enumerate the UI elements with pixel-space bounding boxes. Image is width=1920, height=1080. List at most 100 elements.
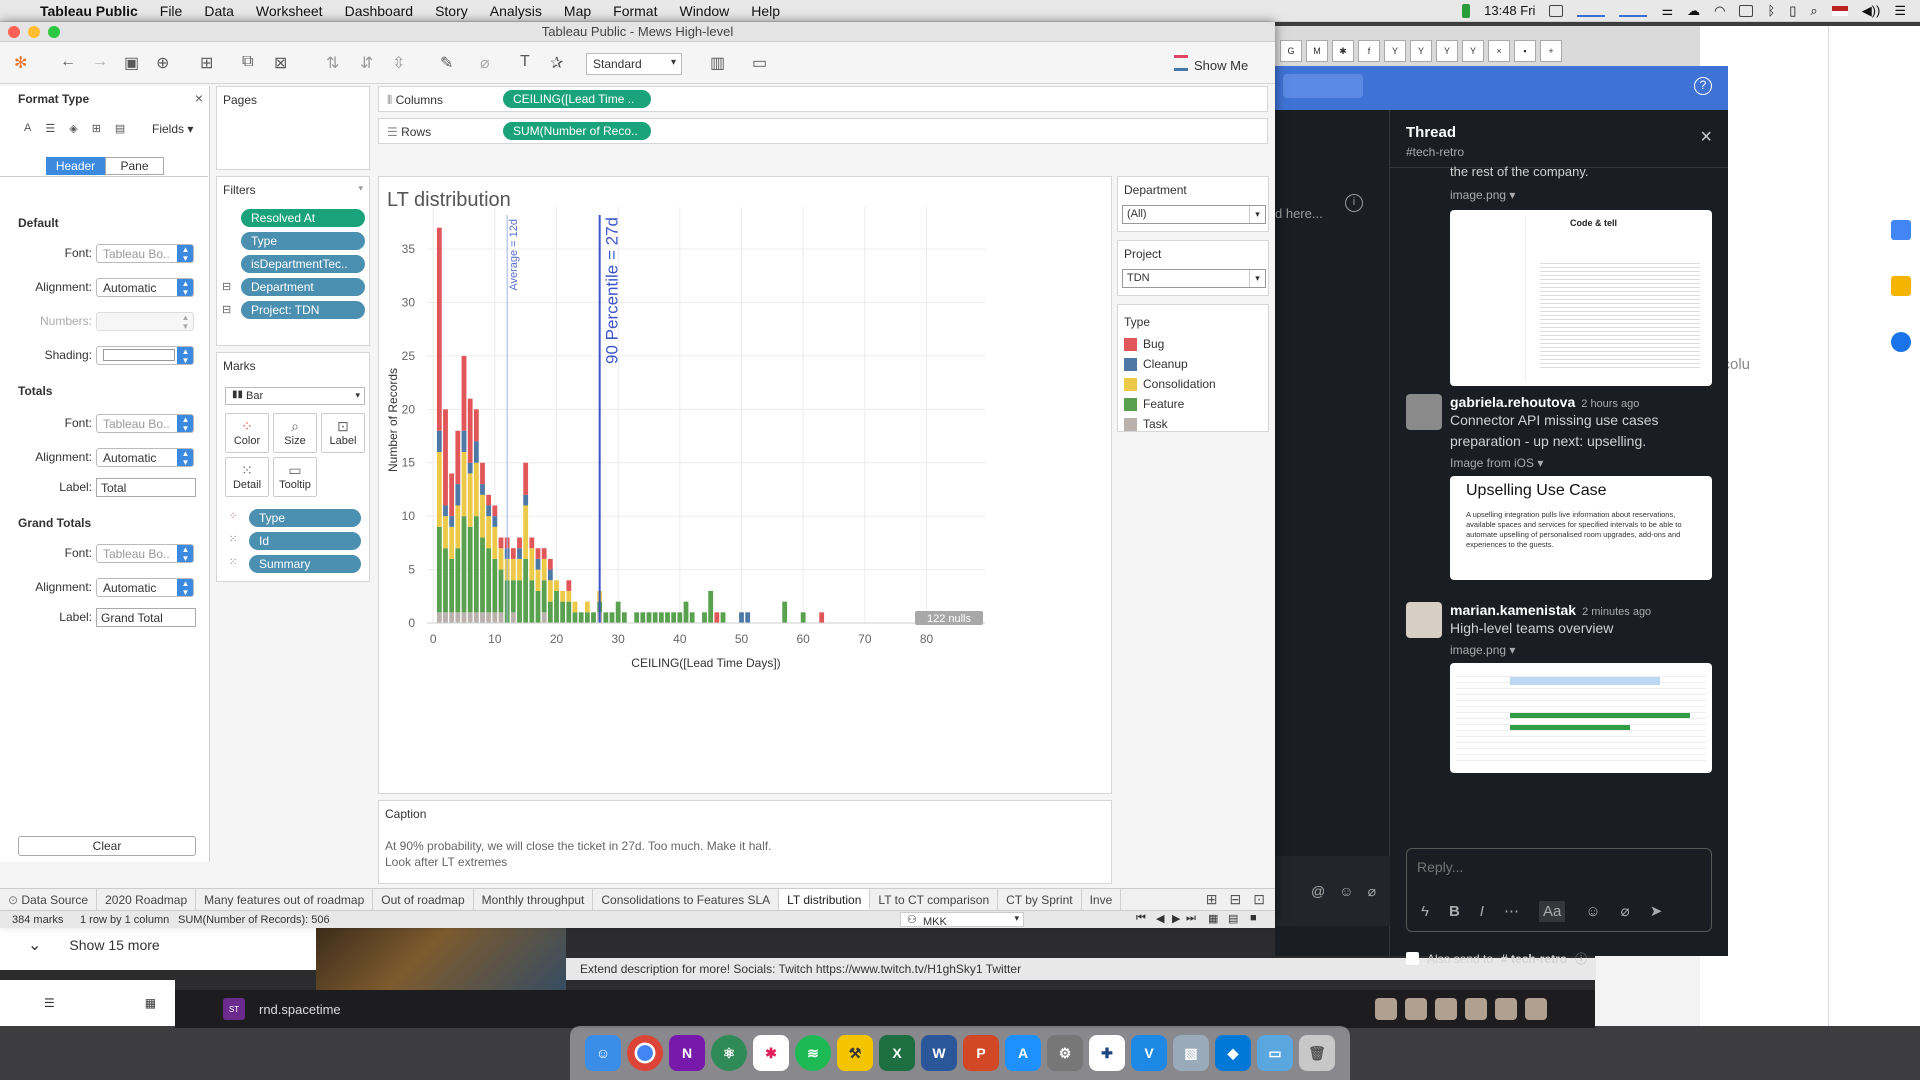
new-worksheet-icon[interactable]: ⊞ (200, 53, 213, 73)
close-thread-icon[interactable]: × (1700, 126, 1712, 149)
avatar[interactable] (1465, 998, 1487, 1020)
rows-pill[interactable]: SUM(Number of Reco.. (503, 122, 651, 140)
reply-input[interactable] (1407, 849, 1711, 885)
graph-icon[interactable] (1577, 5, 1606, 17)
tableau-logo-icon[interactable]: ✻ (14, 53, 27, 73)
emoji-icon[interactable]: ☺ (1339, 883, 1353, 899)
tab-data-source[interactable]: Data Source (0, 889, 98, 910)
help-icon[interactable]: ⓘ (1575, 950, 1587, 967)
new-tab-icon[interactable]: + (1540, 40, 1562, 62)
highlight-icon[interactable]: ✎ (440, 53, 453, 73)
tab-header[interactable]: Header (46, 157, 105, 175)
bluetooth-icon[interactable]: ᛒ (1767, 3, 1775, 18)
grid-view-icon[interactable]: ▦ (145, 996, 156, 1010)
wifi-icon[interactable]: ◠ (1714, 3, 1725, 19)
image-attachment-overview[interactable] (1450, 663, 1712, 773)
info-icon[interactable]: i (1345, 194, 1363, 212)
folder-icon[interactable]: ▭ (1257, 1035, 1293, 1071)
presentation-mode-icon[interactable]: ▭ (752, 53, 767, 73)
keep-app-icon[interactable] (1891, 276, 1911, 296)
menu-dashboard[interactable]: Dashboard (345, 3, 414, 19)
browser-tab[interactable]: G (1280, 40, 1302, 62)
browser-tab[interactable]: f (1358, 40, 1380, 62)
image-label[interactable]: image.png ▾ (1450, 643, 1716, 657)
label-button[interactable]: ⊡ Label (321, 413, 365, 453)
totals-label-input[interactable] (96, 478, 196, 497)
columns-pill[interactable]: CEILING([Lead Time .. (503, 90, 651, 108)
menu-analysis[interactable]: Analysis (490, 3, 542, 19)
new-story-icon[interactable]: ⊡ (1253, 891, 1265, 908)
italic-icon[interactable]: I (1480, 903, 1484, 920)
workspace-name[interactable]: rnd.spacetime (259, 1002, 341, 1017)
totals-alignment-select[interactable]: Automatic ▲ ▼ (96, 448, 194, 467)
marks-field-summary[interactable]: Summary (249, 555, 361, 573)
tableau-icon[interactable]: ✚ (1089, 1035, 1125, 1071)
browser-tab[interactable]: Y (1410, 40, 1432, 62)
vc-app-icon[interactable]: V (1131, 1035, 1167, 1071)
preview-icon[interactable]: ▧ (1173, 1035, 1209, 1071)
browser-tab[interactable]: M (1306, 40, 1328, 62)
marks-field-type[interactable]: Type (249, 509, 361, 527)
menu-data[interactable]: Data (204, 3, 234, 19)
shortcuts-icon[interactable]: ϟ (1421, 903, 1429, 920)
legend-item-cleanup[interactable]: Cleanup (1124, 357, 1188, 371)
sliders-icon[interactable]: ⚌ (1661, 3, 1673, 19)
browser-tab[interactable]: Y (1462, 40, 1484, 62)
department-dropdown[interactable]: (All) (1122, 205, 1266, 224)
avatar[interactable] (1406, 394, 1442, 430)
tab-many-features-out-of-roadmap[interactable]: Many features out of roadmap (196, 889, 374, 910)
bold-icon[interactable]: B (1449, 903, 1460, 920)
grand-totals-font-select[interactable]: Tableau Bo.. ▲ ▼ (96, 544, 194, 563)
default-shading-select[interactable]: ▲ ▼ (96, 346, 194, 365)
browser-tab[interactable]: Y (1384, 40, 1406, 62)
swap-icon[interactable]: ⇅ (326, 53, 339, 73)
prev-sheet-icon[interactable]: ◀ (1156, 912, 1164, 925)
image-label[interactable]: Image from iOS ▾ (1450, 456, 1716, 470)
filter-department[interactable]: Department (241, 278, 365, 296)
tab-lt-distribution[interactable]: LT distribution (779, 889, 871, 910)
spotlight-search-icon[interactable]: ⌕ (1810, 3, 1817, 19)
size-button[interactable]: ⌕ Size (273, 413, 317, 453)
filter-project[interactable]: Project: TDN (241, 301, 365, 319)
mention-icon[interactable]: @ (1311, 883, 1325, 899)
minimize-window-button[interactable] (28, 26, 40, 38)
tab-out-of-roadmap[interactable]: Out of roadmap (373, 889, 474, 910)
project-dropdown[interactable]: TDN (1122, 269, 1266, 288)
lines-format-icon[interactable]: ▤ (115, 122, 125, 135)
message-author[interactable]: marian.kamenistak 2 minutes ago (1450, 602, 1716, 618)
default-font-select[interactable]: Tableau Bo.. ▲ ▼ (96, 244, 194, 263)
app-store-icon[interactable]: A (1005, 1035, 1041, 1071)
save-icon[interactable]: ▣ (124, 53, 139, 73)
browser-tab[interactable]: ▪ (1514, 40, 1536, 62)
default-alignment-select[interactable]: Automatic ▲ ▼ (96, 278, 194, 297)
pin-icon[interactable]: ✰ (550, 53, 563, 73)
filter-is-department-tech[interactable]: isDepartmentTec.. (241, 255, 365, 273)
lock-icon[interactable]: ▯ (1789, 3, 1796, 19)
spotify-icon[interactable]: ≋ (795, 1035, 831, 1071)
legend-item-bug[interactable]: Bug (1124, 337, 1164, 351)
vscode-icon[interactable]: ◆ (1215, 1035, 1251, 1071)
sort-ascending-icon[interactable]: ⇵ (360, 53, 373, 73)
avatar[interactable] (1435, 998, 1457, 1020)
display-icon[interactable] (1739, 4, 1754, 17)
format-icon[interactable]: Aa (1538, 900, 1566, 922)
help-icon[interactable]: ? (1694, 77, 1712, 95)
clock[interactable]: 13:48 Fri (1484, 3, 1535, 18)
back-icon[interactable]: ← (60, 53, 76, 71)
new-dashboard-icon[interactable]: ⊟ (1230, 891, 1242, 908)
menu-story[interactable]: Story (435, 3, 468, 19)
avatar[interactable] (1406, 602, 1442, 638)
tab-consolidations-sla[interactable]: Consolidations to Features SLA (593, 889, 780, 910)
last-sheet-icon[interactable]: ⏭ (1186, 912, 1196, 925)
font-format-icon[interactable]: A (24, 122, 31, 135)
tab-pane[interactable]: Pane (105, 157, 164, 175)
menu-window[interactable]: Window (679, 3, 729, 19)
lt-distribution-chart[interactable]: Average = 12d 90 Percentile = 27d 0 5 10 15 2… (379, 177, 1113, 795)
browser-tab[interactable]: Y (1436, 40, 1458, 62)
calendar-icon[interactable] (1549, 4, 1564, 17)
onenote-icon[interactable]: N (669, 1035, 705, 1071)
cloud-icon[interactable]: ☁ (1687, 3, 1700, 19)
close-window-button[interactable] (8, 26, 20, 38)
network-graph-icon[interactable] (1619, 5, 1648, 17)
close-icon[interactable]: × (195, 90, 203, 106)
